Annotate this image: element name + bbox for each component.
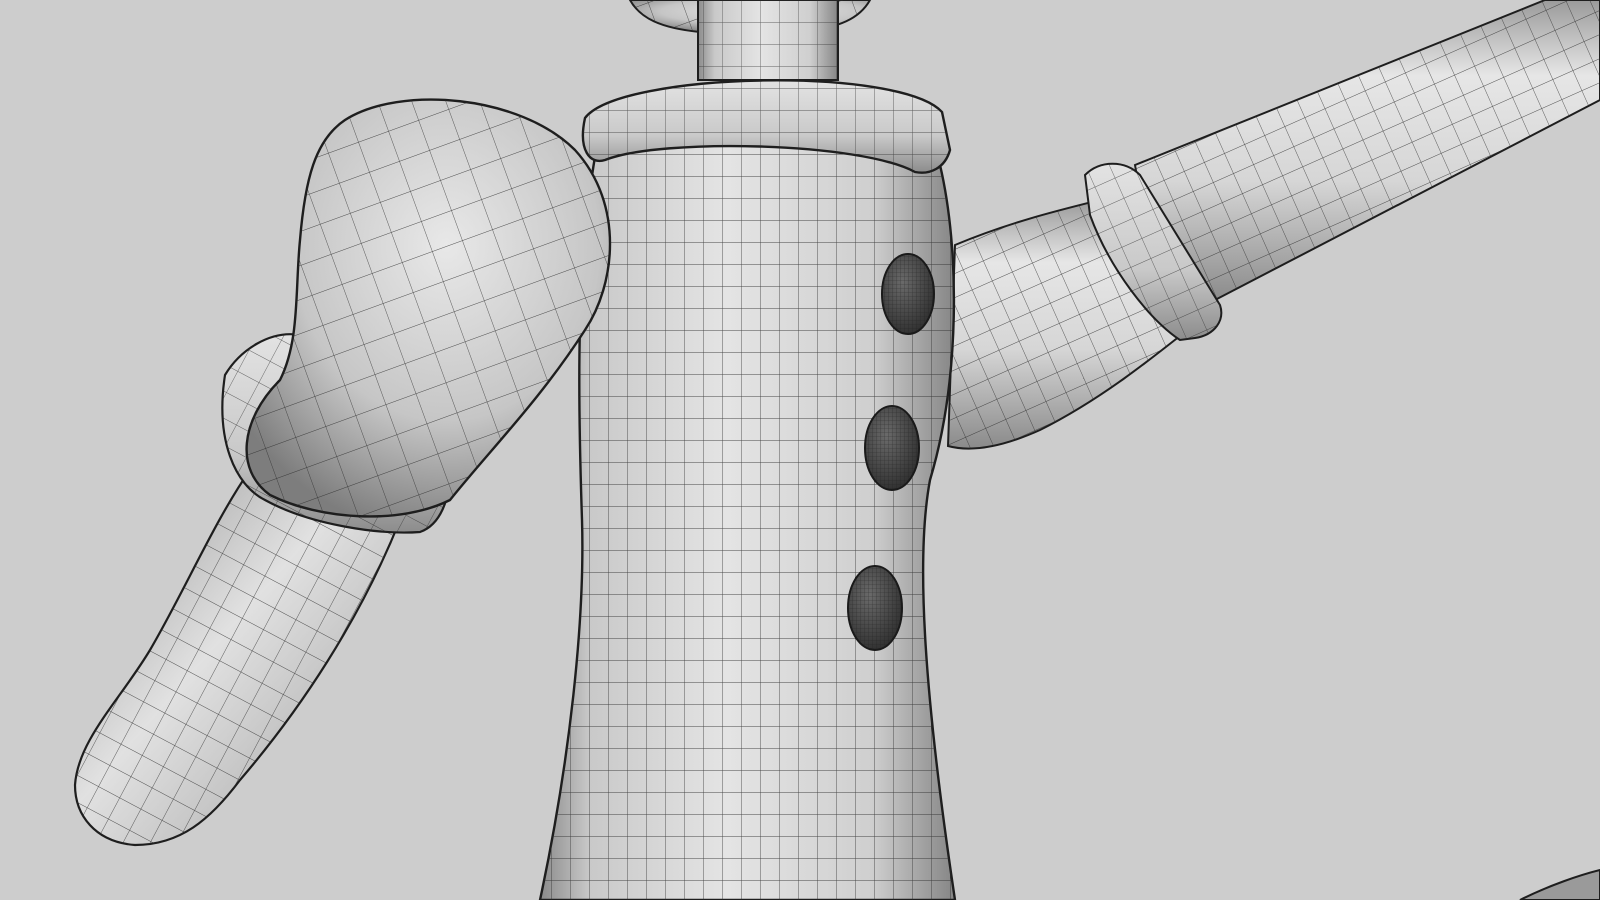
- coat-button-3[interactable]: [847, 565, 903, 651]
- coat-button-1[interactable]: [881, 253, 935, 335]
- neck-mesh[interactable]: [697, 0, 839, 81]
- partial-mesh-bottom-right[interactable]: [1519, 868, 1600, 900]
- coat-button-2[interactable]: [864, 405, 920, 491]
- left-arm-mesh[interactable]: [73, 98, 612, 847]
- right-arm-mesh[interactable]: [946, 0, 1600, 450]
- 3d-viewport[interactable]: [0, 0, 1600, 900]
- viewport-canvas[interactable]: [0, 0, 1600, 900]
